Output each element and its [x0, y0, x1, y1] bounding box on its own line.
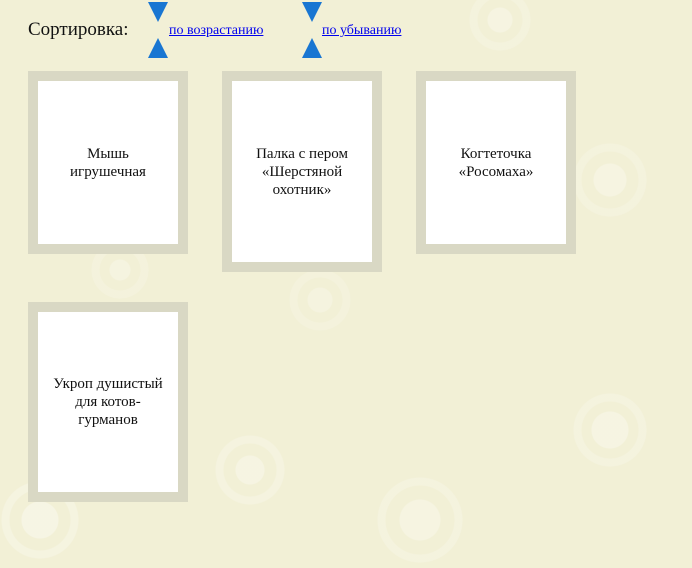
sort-bar: Сортировка: по возрастанию по убыванию	[28, 0, 448, 62]
product-title: Когтеточка «Росомаха»	[458, 145, 534, 180]
sort-asc-up-arrow-icon[interactable]	[148, 38, 168, 58]
sort-asc-down-arrow-icon[interactable]	[148, 2, 168, 22]
product-title: Палка с пером «Шерстяной охотник»	[256, 145, 348, 198]
sort-descending-link[interactable]: по убыванию	[322, 23, 401, 39]
sort-ascending-link[interactable]: по возрастанию	[169, 23, 263, 39]
sort-label: Сортировка:	[28, 19, 129, 40]
product-card[interactable]: Когтеточка «Росомаха»	[416, 71, 576, 254]
product-card[interactable]: Палка с пером «Шерстяной охотник»	[222, 71, 382, 272]
product-title: Мышь игрушечная	[70, 145, 146, 180]
product-title: Укроп душистый для котов-гурманов	[53, 376, 163, 428]
product-card[interactable]: Укроп душистый для котов-гурманов	[28, 302, 188, 502]
product-card[interactable]: Мышь игрушечная	[28, 71, 188, 254]
sort-desc-up-arrow-icon[interactable]	[302, 38, 322, 58]
sort-desc-down-arrow-icon[interactable]	[302, 2, 322, 22]
